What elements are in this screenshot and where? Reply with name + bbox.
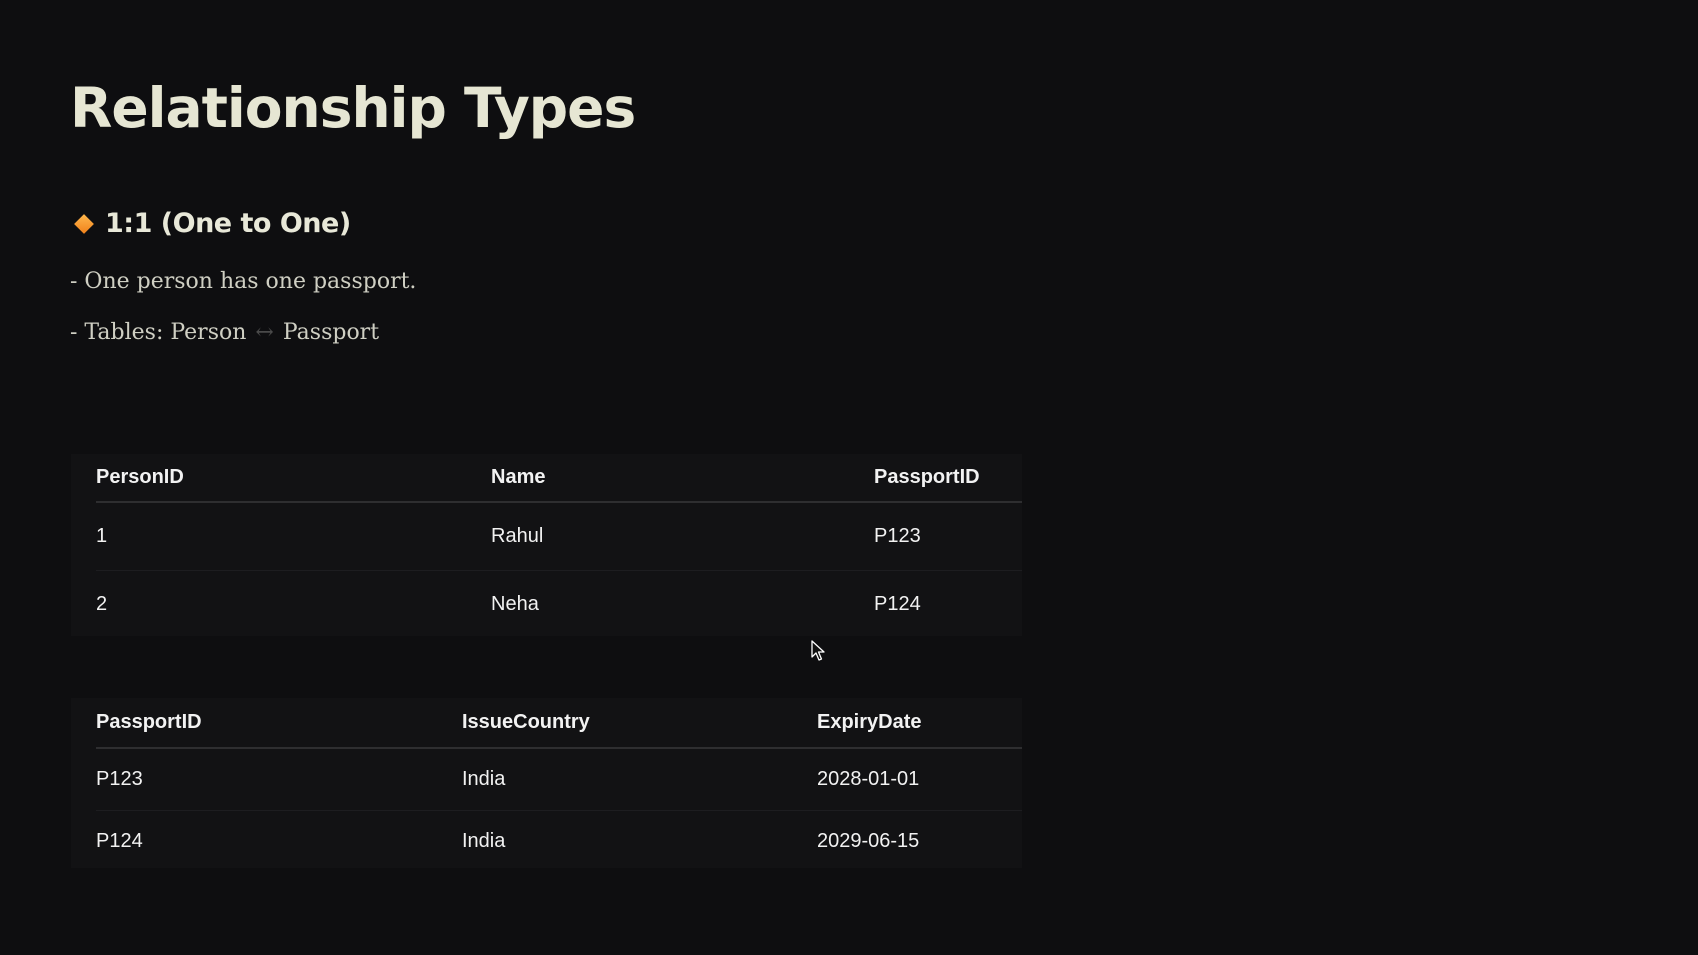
table-row: 1 Rahul P123	[96, 502, 1022, 570]
section-heading: 1:1 (One to One)	[73, 208, 351, 239]
bullet-tables-prefix: - Tables: Person	[70, 320, 247, 345]
person-table-panel: PersonID Name PassportID 1 Rahul P123 2 …	[71, 454, 1022, 636]
table-cell: P123	[96, 767, 143, 790]
orange-diamond-icon	[74, 213, 94, 234]
table-cell: Rahul	[491, 524, 544, 547]
table-header-row: PersonID Name PassportID	[96, 454, 1022, 502]
bullet-one-person: - One person has one passport.	[70, 269, 417, 294]
table-cell: P124	[874, 592, 921, 615]
bullet-tables: - Tables: Person ↔ Passport	[70, 320, 379, 345]
table-cell: Neha	[491, 592, 539, 615]
table-cell: 1	[96, 524, 108, 547]
table-header-row: PassportID IssueCountry ExpiryDate	[96, 698, 1022, 748]
person-table: PersonID Name PassportID 1 Rahul P123 2 …	[96, 454, 1022, 638]
table-row: P123 India 2028-01-01	[96, 748, 1022, 810]
table-cell: 2	[96, 592, 108, 615]
passport-table-panel: PassportID IssueCountry ExpiryDate P123 …	[71, 698, 1022, 868]
table-cell: P123	[874, 524, 921, 547]
mouse-pointer-icon	[811, 640, 825, 661]
column-header-passportid: PassportID	[96, 711, 202, 733]
passport-table: PassportID IssueCountry ExpiryDate P123 …	[96, 698, 1022, 872]
table-cell: P124	[96, 829, 143, 852]
column-header-name: Name	[491, 466, 546, 488]
table-row: P124 India 2029-06-15	[96, 810, 1022, 872]
left-right-arrow-icon: ↔	[255, 320, 274, 345]
bullet-tables-suffix: Passport	[282, 320, 380, 345]
column-header-issuecountry: IssueCountry	[462, 711, 590, 733]
page-title: Relationship Types	[70, 76, 636, 140]
column-header-personid: PersonID	[96, 466, 184, 488]
section-heading-label: 1:1 (One to One)	[105, 208, 351, 239]
table-cell: 2029-06-15	[817, 829, 920, 852]
table-cell: India	[462, 829, 506, 852]
table-cell: India	[462, 767, 506, 790]
column-header-passportid: PassportID	[874, 466, 980, 488]
table-cell: 2028-01-01	[817, 767, 920, 790]
column-header-expirydate: ExpiryDate	[817, 711, 922, 733]
table-row: 2 Neha P124	[96, 570, 1022, 638]
